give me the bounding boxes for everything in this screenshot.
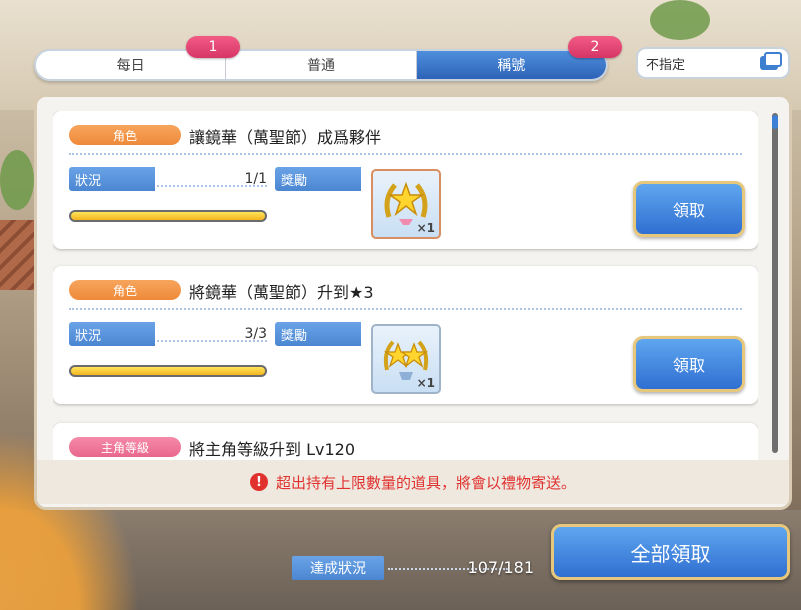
mission-card: 角色 將鏡華（萬聖節）升到★3 狀況 3/3 獎勵 ×1 領取	[53, 266, 758, 404]
reward-label: 獎勵	[275, 322, 361, 346]
progress-bar-fill	[71, 367, 265, 375]
mission-tabs: 每日 普通 稱號	[34, 49, 608, 81]
achievement-label: 達成狀況	[292, 556, 384, 580]
background-foliage	[0, 150, 34, 210]
filter-dropdown[interactable]: 不指定	[636, 47, 790, 79]
progress-count: 1/1	[244, 171, 267, 187]
title-count-badge: 2	[568, 36, 622, 58]
tab-normal[interactable]: 普通	[225, 51, 415, 79]
reward-quantity: ×1	[416, 221, 435, 235]
mission-panel: 角色 讓鏡華（萬聖節）成爲夥伴 狀況 1/1 獎勵 ×1 領取 角色 將鏡華（萬…	[34, 94, 792, 510]
window-stack-icon	[760, 52, 782, 70]
mission-card: 角色 讓鏡華（萬聖節）成爲夥伴 狀況 1/1 獎勵 ×1 領取	[53, 111, 758, 249]
divider	[69, 308, 742, 310]
notice-text: 超出持有上限數量的道具，將會以禮物寄送。	[275, 473, 576, 492]
mission-card: 主角等級 將主角等級升到 Lv120	[53, 423, 758, 461]
category-badge: 主角等級	[69, 437, 181, 457]
claim-button[interactable]: 領取	[633, 181, 745, 237]
daily-count-badge: 1	[186, 36, 240, 58]
background-foliage	[650, 0, 710, 40]
reward-item[interactable]: ×1	[371, 324, 441, 394]
mission-title: 將主角等級升到 Lv120	[189, 440, 356, 459]
reward-label: 獎勵	[275, 167, 361, 191]
tab-label: 每日	[116, 58, 145, 74]
status-label: 狀況	[69, 167, 155, 191]
category-badge: 角色	[69, 125, 181, 145]
filter-label: 不指定	[646, 57, 686, 73]
progress-bar-fill	[71, 212, 265, 220]
claim-button[interactable]: 領取	[633, 336, 745, 392]
progress-bar	[69, 210, 267, 222]
scrollbar-thumb[interactable]	[772, 115, 778, 129]
notice-bar: ! 超出持有上限數量的道具，將會以禮物寄送。	[37, 460, 789, 504]
scrollbar[interactable]	[772, 113, 778, 453]
claim-all-button[interactable]: 全部領取	[551, 524, 790, 580]
reward-item[interactable]: ×1	[371, 169, 441, 239]
progress-count: 3/3	[244, 326, 267, 342]
divider	[69, 153, 742, 155]
progress-bar	[69, 365, 267, 377]
tab-label: 普通	[306, 58, 335, 74]
status-label: 狀況	[69, 322, 155, 346]
reward-quantity: ×1	[416, 376, 435, 390]
achievement-value: 107/181	[467, 558, 534, 577]
mission-list[interactable]: 角色 讓鏡華（萬聖節）成爲夥伴 狀況 1/1 獎勵 ×1 領取 角色 將鏡華（萬…	[53, 111, 758, 461]
tab-label: 稱號	[497, 58, 526, 74]
mission-title: 將鏡華（萬聖節）升到★3	[189, 283, 374, 302]
mission-title: 讓鏡華（萬聖節）成爲夥伴	[189, 128, 382, 147]
category-badge: 角色	[69, 280, 181, 300]
exclamation-icon: !	[249, 473, 268, 491]
